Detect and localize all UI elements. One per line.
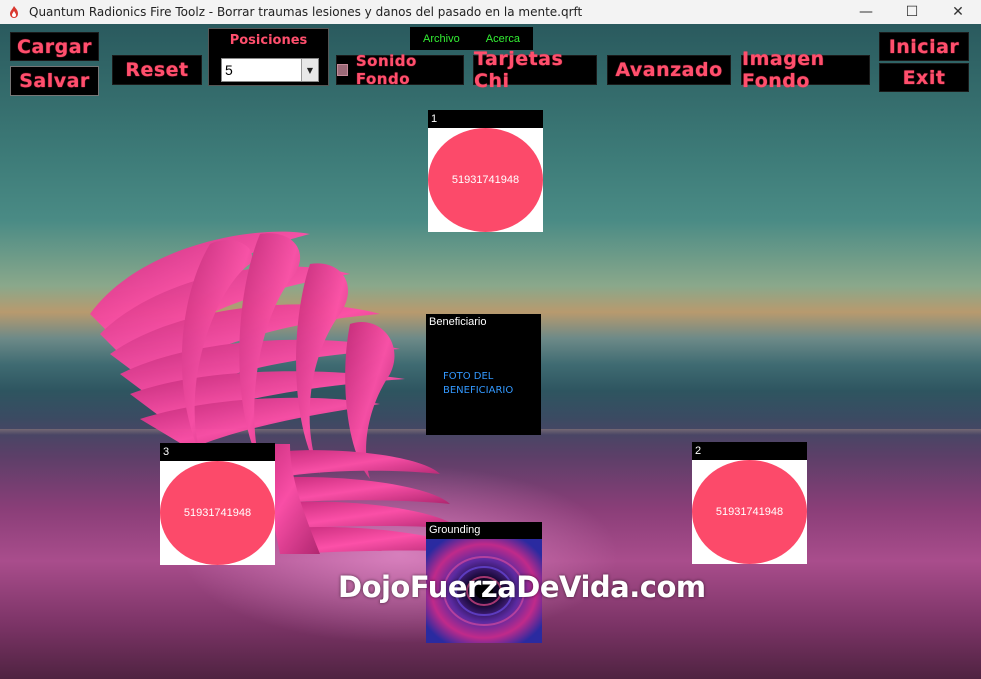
title-bar: Quantum Radionics Fire Toolz - Borrar tr… — [0, 0, 981, 24]
salvar-button[interactable]: Salvar — [10, 66, 99, 96]
position-panel-3[interactable]: 3 51931741948 — [160, 443, 275, 565]
panel-label: 1 — [428, 110, 543, 128]
window-title: Quantum Radionics Fire Toolz - Borrar tr… — [29, 5, 583, 19]
posiciones-label: Posiciones — [229, 33, 308, 48]
posiciones-select[interactable]: 5 ▼ — [221, 58, 319, 82]
minimize-button[interactable]: — — [843, 0, 889, 24]
menu-bar: Archivo Acerca — [410, 27, 533, 50]
rate-circle: 51931741948 — [692, 460, 807, 564]
checkbox-icon[interactable] — [337, 64, 348, 76]
posiciones-value: 5 — [225, 62, 233, 78]
panel-label: 3 — [160, 443, 275, 461]
rate-circle: 51931741948 — [428, 128, 543, 232]
foto-line-2: BENEFICIARIO — [443, 385, 514, 396]
chevron-down-icon[interactable]: ▼ — [301, 59, 318, 81]
panel-label: 2 — [692, 442, 807, 460]
watermark-text: DojoFuerzaDeVida.com — [338, 570, 706, 604]
sonido-fondo-checkbox[interactable]: Sonido Fondo — [336, 52, 464, 88]
posiciones-group: Posiciones 5 ▼ — [208, 28, 329, 86]
flame-icon — [7, 5, 21, 19]
position-panel-1[interactable]: 1 51931741948 — [428, 110, 543, 232]
beneficiario-panel[interactable]: Beneficiario FOTO DEL BENEFICIARIO — [426, 314, 541, 435]
maximize-button[interactable]: ☐ — [889, 0, 935, 24]
cargar-button[interactable]: Cargar — [10, 32, 99, 61]
imagen-fondo-button[interactable]: Imagen Fondo — [741, 48, 870, 92]
close-button[interactable]: ✕ — [935, 0, 981, 24]
menu-acerca[interactable]: Acerca — [486, 33, 520, 45]
panel-label: Beneficiario — [429, 316, 487, 328]
menu-archivo[interactable]: Archivo — [423, 33, 460, 45]
reset-button[interactable]: Reset — [112, 55, 202, 85]
avanzado-button[interactable]: Avanzado — [607, 55, 731, 85]
beneficiario-photo-placeholder: FOTO DEL BENEFICIARIO — [443, 370, 543, 398]
panel-label: Grounding — [426, 522, 542, 539]
sonido-fondo-label: Sonido Fondo — [355, 52, 417, 88]
tarjetas-chi-button[interactable]: Tarjetas Chi — [473, 48, 597, 92]
rate-circle: 51931741948 — [160, 461, 275, 565]
position-panel-2[interactable]: 2 51931741948 — [692, 442, 807, 564]
foto-line-1: FOTO DEL — [443, 371, 494, 382]
exit-button[interactable]: Exit — [879, 63, 969, 92]
iniciar-button[interactable]: Iniciar — [879, 32, 969, 61]
